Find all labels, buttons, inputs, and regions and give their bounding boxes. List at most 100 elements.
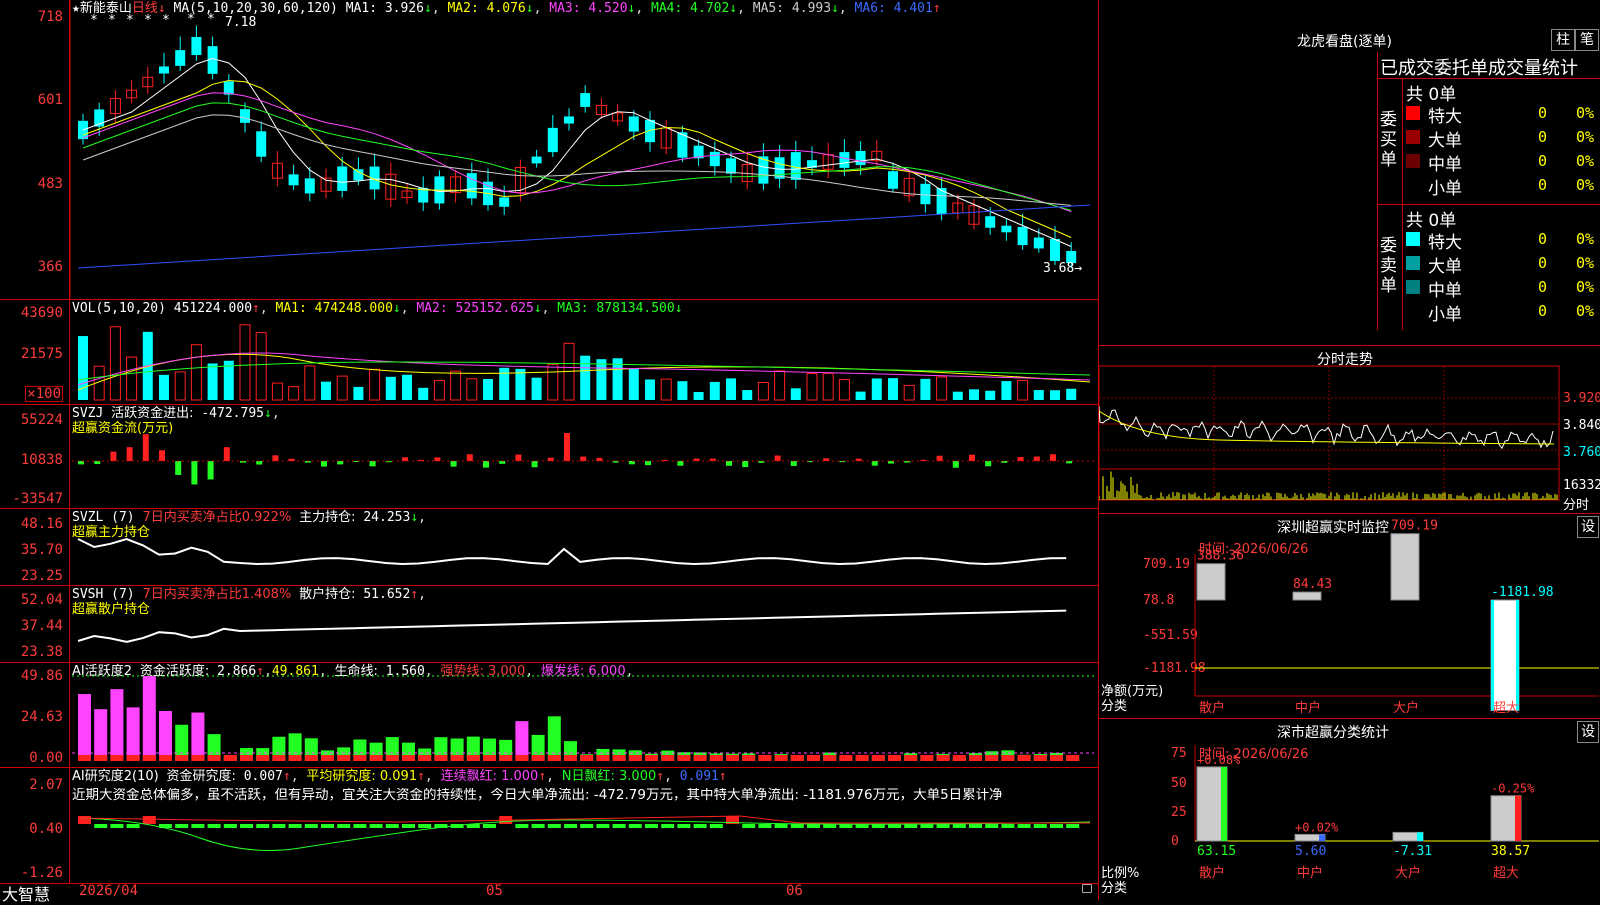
volume-bar-up	[838, 378, 850, 401]
volume-bar-down	[790, 388, 801, 400]
activity-base	[1033, 755, 1047, 761]
candle-down	[580, 93, 591, 107]
flow-bar-down	[175, 461, 182, 475]
research-bar-down	[385, 824, 399, 828]
research-bar-down	[677, 824, 691, 828]
svzj-chart[interactable]	[0, 405, 1098, 509]
high-label: 7.18	[225, 15, 256, 30]
order-pct: 0%	[1576, 176, 1595, 194]
volume-bar-down	[888, 378, 898, 400]
volume-bar-up	[547, 363, 559, 401]
svzl-panel[interactable]: 48.16 35.70 23.25 SVZL (7) 7日内买卖净占比0.922…	[0, 509, 1098, 586]
activity-base	[871, 755, 885, 761]
tab-orders[interactable]: 委托单	[1434, 54, 1488, 80]
intraday-panel[interactable]: 分时走势 3.920 3.840 3.760 16332 分时	[1098, 345, 1600, 513]
bar-mode-button[interactable]: 柱	[1551, 29, 1575, 51]
research-bar-down	[628, 824, 642, 828]
research-bar-down	[742, 824, 756, 828]
svsh-chart[interactable]	[0, 586, 1098, 663]
candle-down	[353, 169, 364, 181]
volume-panel[interactable]: 43690 21575 ×100 VOL(5,10,20) 451224.000…	[0, 300, 1098, 405]
volume-bar-down	[531, 377, 542, 400]
research-bar-down	[126, 824, 140, 828]
activity-base	[1017, 755, 1031, 761]
ai-active-chart[interactable]	[0, 663, 1098, 768]
y-tick: 25	[1171, 805, 1187, 820]
order-row: 小单 0 0%	[1406, 174, 1600, 199]
ai-active-panel[interactable]: 49.86 24.63 0.00 AI活跃度2 资金活跃度: 2.866↑,49…	[0, 663, 1098, 768]
ai-research-chart[interactable]	[0, 768, 1098, 883]
activity-bar	[142, 676, 156, 761]
activity-bar	[110, 689, 124, 761]
flow-bar-down	[985, 461, 992, 467]
class-bar-edge	[1515, 795, 1521, 841]
intraday-tick: 3.920	[1563, 391, 1600, 406]
category-label: 散户	[1199, 700, 1225, 716]
monitor-bar	[1390, 533, 1420, 601]
activity-base	[709, 755, 723, 761]
volume-bar-up	[126, 356, 138, 401]
candle-down	[888, 171, 898, 189]
flow-bar-down	[483, 461, 489, 468]
sz-monitor-chart[interactable]: 709.19 78.8 -551.59 -1181.98 388.36 散户 84.43 中户…	[1099, 514, 1600, 719]
tab-volume-stats[interactable]: 成交量统计	[1488, 54, 1578, 80]
volume-bar-up	[466, 378, 478, 401]
intraday-chart[interactable]	[1099, 346, 1600, 514]
volume-chart[interactable]	[0, 300, 1098, 405]
activity-base	[175, 755, 189, 761]
flow-bar-up	[1033, 456, 1040, 461]
research-bar-down	[564, 824, 577, 828]
flow-bar-down	[645, 461, 651, 466]
volume-bar-down	[596, 359, 607, 400]
research-bar-down	[256, 824, 270, 828]
volume-bar-up	[1017, 379, 1029, 401]
research-bar-down	[175, 824, 189, 828]
sz-class-panel[interactable]: 深市超赢分类统计 设 时间: 2026/06/26 75 50 25 0 +0.08% 6…	[1098, 718, 1600, 900]
flow-bar-down	[531, 461, 538, 468]
flow-bar-up	[142, 434, 149, 461]
activity-base	[337, 755, 351, 761]
research-bar-down	[596, 824, 610, 828]
candle-down	[256, 131, 267, 157]
candle-down	[985, 216, 996, 228]
tick-mode-button[interactable]: 笔	[1575, 29, 1599, 51]
flow-bar-up	[515, 454, 522, 461]
flow-bar-down	[337, 461, 344, 465]
lock-icon[interactable]	[1082, 884, 1092, 893]
candlestick-chart[interactable]: * * * * * * * 7.18 3.68→	[0, 0, 1098, 300]
sz-class-chart[interactable]: 75 50 25 0 +0.08% 63.15 散户 +0.02% 5.60 中户 -7.31 大户 -…	[1099, 719, 1600, 901]
volume-bar-down	[385, 376, 396, 400]
color-swatch	[1406, 130, 1420, 144]
ai-research-panel[interactable]: 2.07 0.40 -1.26 AI研究度2(10) 资金研究度: 0.007↑…	[0, 768, 1098, 883]
flow-bar-up	[564, 433, 570, 461]
candle-down	[645, 119, 655, 143]
svsh-panel[interactable]: 52.04 37.44 23.38 SVSH (7) 7日内买卖净占比1.408…	[0, 586, 1098, 663]
svzj-panel[interactable]: 55224 10838 -33547 SVZJ 活跃资金进出: -472.795…	[0, 405, 1098, 509]
svzl-chart[interactable]	[0, 509, 1098, 586]
volume-bar-up	[660, 378, 672, 401]
volume-bar-down	[855, 391, 866, 400]
activity-base	[142, 755, 156, 761]
activity-base	[191, 755, 205, 761]
research-bar-down	[272, 824, 286, 828]
tab-traded[interactable]: 已成交	[1380, 54, 1434, 80]
activity-base	[855, 755, 869, 761]
activity-bar	[191, 712, 205, 761]
category-label: 中户	[1295, 700, 1321, 716]
sz-monitor-panel[interactable]: 深圳超赢实时监控 设 时间: 2026/06/26 709.19 78.8 -551…	[1098, 513, 1600, 718]
research-bar-down	[580, 824, 594, 828]
sz-class-cat: 分类	[1101, 881, 1128, 896]
order-count: 0	[1538, 254, 1548, 272]
y-tick: 50	[1171, 776, 1187, 791]
kline-panel[interactable]: 718 601 483 366 ★新能泰山日线↓ MA(5,10,20,30,6…	[0, 0, 1098, 300]
volume-bar-down	[920, 378, 931, 400]
research-bar-down	[353, 824, 367, 828]
candle-down	[499, 197, 510, 207]
candle-down	[288, 174, 299, 186]
order-row: 特大 0 0%	[1406, 228, 1600, 253]
order-size-label: 小单	[1428, 179, 1462, 199]
activity-base	[304, 755, 318, 761]
order-count: 0	[1538, 104, 1548, 122]
activity-base	[1066, 755, 1080, 761]
y-tick: 75	[1171, 746, 1187, 761]
